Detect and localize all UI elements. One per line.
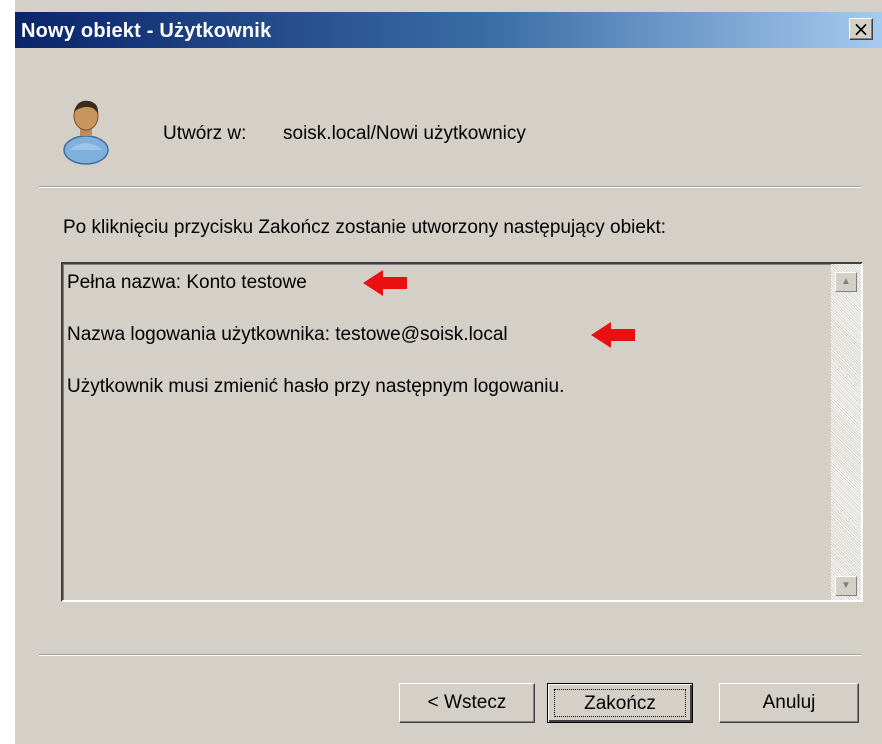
summary-line-logon-name: Nazwa logowania użytkownika: testowe@soi… bbox=[67, 324, 508, 345]
summary-line-password-note: Użytkownik musi zmienić hasło przy nastę… bbox=[67, 376, 565, 397]
red-arrow-annotation bbox=[363, 270, 407, 296]
close-button[interactable]: × bbox=[849, 18, 873, 40]
top-separator bbox=[39, 186, 861, 188]
summary-line-full-name: Pełna nazwa: Konto testowe bbox=[67, 272, 307, 293]
bottom-separator bbox=[39, 654, 861, 656]
finish-button[interactable]: Zakończ bbox=[547, 683, 693, 723]
vertical-scrollbar[interactable]: ▲ ▼ bbox=[831, 264, 861, 600]
cancel-button[interactable]: Anuluj bbox=[719, 683, 859, 723]
finish-button-label: Zakończ bbox=[554, 689, 686, 717]
dialog-window: Nowy obiekt - Użytkownik × Utwórz w: soi… bbox=[14, 0, 882, 744]
scroll-down-button[interactable]: ▼ bbox=[835, 576, 857, 596]
close-icon: × bbox=[852, 17, 870, 41]
create-in-label: Utwórz w: bbox=[163, 123, 247, 144]
red-arrow-annotation bbox=[591, 322, 635, 348]
user-icon bbox=[63, 100, 109, 165]
info-text: Po kliknięciu przycisku Zakończ zostanie… bbox=[63, 217, 667, 238]
title-bar: Nowy obiekt - Użytkownik × bbox=[15, 12, 882, 48]
window-title: Nowy obiekt - Użytkownik bbox=[21, 20, 272, 42]
create-in-path: soisk.local/Nowi użytkownicy bbox=[283, 123, 526, 144]
summary-box[interactable]: Pełna nazwa: Konto testowe Nazwa logowan… bbox=[61, 262, 863, 602]
back-button[interactable]: < Wstecz bbox=[399, 683, 535, 723]
chevron-down-icon: ▼ bbox=[841, 580, 851, 591]
chevron-up-icon: ▲ bbox=[841, 276, 851, 287]
scroll-up-button[interactable]: ▲ bbox=[835, 272, 857, 292]
